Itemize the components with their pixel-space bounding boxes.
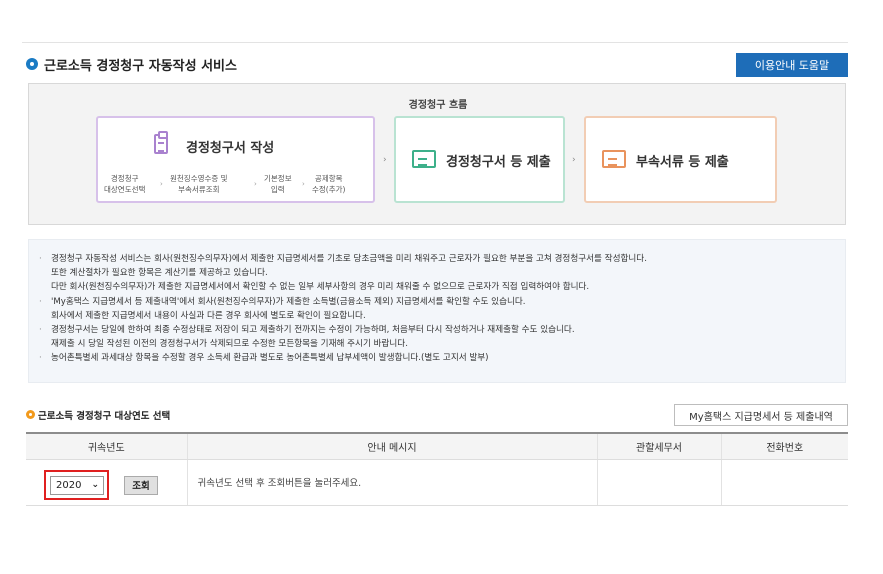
page-title: 근로소득 경정청구 자동작성 서비스 <box>44 59 237 74</box>
sub-step: 공제항목 수정(추가) <box>312 174 346 194</box>
notice-line: 재제출 시 당일 작성된 이전의 경정청구서가 삭제되므로 수정한 모든항목을 … <box>51 339 408 350</box>
write-sub-steps: 경정청구 대상연도선택 › 원천징수영수증 및 부속서류조회 › 기본정보 입력 › … <box>104 173 369 197</box>
claim-flow-panel: 경정청구 흐름 경정청구서 작성 경정청구 대상연도선택 › 원천징수영수증 및부… <box>28 83 846 225</box>
step-submit-label: 경정청구서 등 제출 <box>446 155 551 170</box>
sub-step-separator: › <box>302 180 305 188</box>
sub-step-separator: › <box>160 180 163 188</box>
flow-step-submit: 경정청구서 등 제출 <box>394 116 565 203</box>
year-select[interactable]: 2020 ⌄ <box>50 475 104 495</box>
phone-cell <box>720 459 848 506</box>
clipboard-icon <box>154 131 168 154</box>
step-attachments-label: 부속서류 등 제출 <box>636 155 729 170</box>
table-header-row: 귀속년도 안내 메시지 관할세무서 전화번호 <box>26 432 848 460</box>
sub-step: 경정청구 대상연도선택 <box>104 174 146 194</box>
myhometax-statement-button[interactable]: My홈택스 지급명세서 등 제출내역 <box>674 404 848 426</box>
notice-line: 다만 회사(원천징수의무자)가 제출한 지급명세서에서 확인할 수 없는 일부 … <box>51 282 590 293</box>
column-header: 전화번호 <box>720 432 848 460</box>
message-cell: 귀속년도 선택 후 조회버튼을 눌러주세요. <box>186 459 597 506</box>
flow-arrow-icon: › <box>383 155 387 165</box>
section-title: 근로소득 경정청구 대상연도 선택 <box>38 411 171 422</box>
column-header: 관할세무서 <box>596 432 721 460</box>
document-icon <box>412 150 436 168</box>
service-notice: · 경정청구 자동작성 서비스는 회사(원천징수의무자)에서 제출한 지급명세서를… <box>28 239 846 383</box>
sub-step: 원천징수영수증 및 부속서류조회 <box>170 174 228 194</box>
notice-line: 또한 계산절차가 필요한 항목은 계산기를 제공하고 있습니다. <box>51 268 268 279</box>
notice-line: · 'My홈택스 지급명세서 등 제출내역'에서 회사(원천징수의무자)가 제출한… <box>39 296 526 307</box>
page-header: 근로소득 경정청구 자동작성 서비스 이용안내 도움말 <box>26 53 848 77</box>
help-guide-button[interactable]: 이용안내 도움말 <box>736 53 848 77</box>
notice-line: 회사에서 제출한 지급명세서 내용이 사실과 다른 경우 회사에 별도로 확인이… <box>51 310 366 321</box>
tax-office-cell <box>596 459 721 506</box>
chevron-down-icon: ⌄ <box>91 479 99 490</box>
notice-line: · 농어촌특별세 과세대상 항목을 수정할 경우 소득세 환급과 별도로 농어촌특… <box>39 353 489 364</box>
flow-title: 경정청구 흐름 <box>408 100 468 111</box>
step-write-label: 경정청구서 작성 <box>186 141 275 156</box>
year-select-header: 근로소득 경정청구 대상연도 선택 My홈택스 지급명세서 등 제출내역 <box>26 404 848 426</box>
column-header: 안내 메시지 <box>186 432 597 460</box>
year-cell: 2020 ⌄ 조회 <box>26 459 187 506</box>
flow-step-attachments: 부속서류 등 제출 <box>584 116 777 203</box>
notice-line: · 경정청구서는 당일에 한하여 최종 수정상태로 저장이 되고 제출하기 전까지… <box>39 325 575 336</box>
year-select-table: 귀속년도 안내 메시지 관할세무서 전화번호 2020 ⌄ 조회 귀속년도 선택… <box>26 432 848 506</box>
section-bullet-icon <box>26 410 35 419</box>
title-bullet-icon <box>26 58 38 70</box>
flow-step-write: 경정청구서 작성 경정청구 대상연도선택 › 원천징수영수증 및 부속서류조회 › … <box>96 116 375 203</box>
sub-step-separator: › <box>254 180 257 188</box>
flow-arrow-icon: › <box>572 155 576 165</box>
document-icon <box>602 150 626 168</box>
search-button[interactable]: 조회 <box>124 475 158 495</box>
column-header: 귀속년도 <box>26 432 187 460</box>
notice-line: · 경정청구 자동작성 서비스는 회사(원천징수의무자)에서 제출한 지급명세서를… <box>39 254 647 264</box>
table-row: 2020 ⌄ 조회 귀속년도 선택 후 조회버튼을 눌러주세요. <box>26 459 848 506</box>
sub-step: 기본정보 입력 <box>264 174 292 194</box>
top-divider <box>22 42 848 43</box>
